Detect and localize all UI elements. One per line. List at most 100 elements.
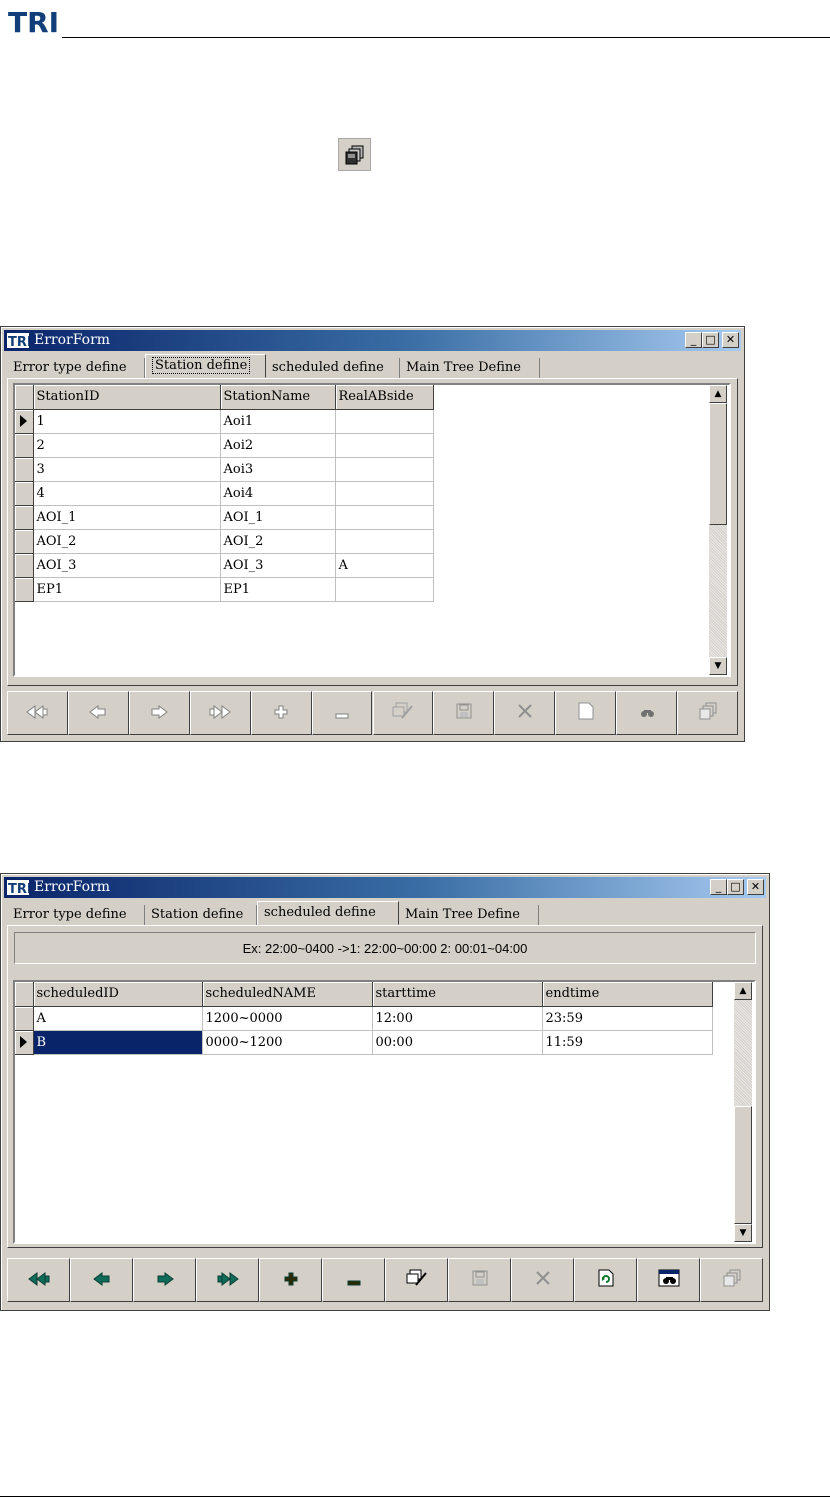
table-row[interactable]: 1 Aoi1: [15, 409, 434, 434]
nav-last-button[interactable]: [189, 691, 251, 735]
row-indicator[interactable]: [15, 577, 34, 602]
nav-find-button[interactable]: [637, 1258, 700, 1302]
tab-error-type-define[interactable]: Error type define: [7, 358, 145, 378]
close-button[interactable]: ✕: [722, 332, 739, 348]
table-cell[interactable]: 1: [33, 409, 221, 434]
table-cell[interactable]: [335, 433, 434, 458]
table-cell[interactable]: AOI_1: [33, 505, 221, 530]
tab-station-define[interactable]: Station define: [145, 354, 266, 378]
scroll-up-button[interactable]: ▲: [734, 982, 752, 1000]
column-header-stationname[interactable]: StationName: [220, 385, 336, 410]
tab-main-tree-define[interactable]: Main Tree Define: [399, 905, 539, 925]
table-cell[interactable]: Aoi4: [220, 481, 336, 506]
column-header-scheduledid[interactable]: scheduledID: [33, 982, 203, 1007]
table-cell[interactable]: EP1: [33, 577, 221, 602]
table-row[interactable]: 2 Aoi2: [15, 433, 434, 458]
nav-first-button[interactable]: [7, 691, 68, 735]
nav-find-button[interactable]: [616, 691, 678, 735]
column-header-schedulename[interactable]: scheduledNAME: [202, 982, 373, 1007]
table-cell[interactable]: EP1: [220, 577, 336, 602]
row-indicator[interactable]: [15, 553, 34, 578]
nav-refresh-button[interactable]: [555, 691, 617, 735]
table-cell[interactable]: AOI_2: [220, 529, 336, 554]
row-indicator[interactable]: [15, 481, 34, 506]
minimize-button[interactable]: _: [710, 879, 727, 895]
table-cell[interactable]: AOI_3: [33, 553, 221, 578]
vertical-scrollbar[interactable]: ▲ ▼: [709, 385, 727, 675]
nav-cancel-button[interactable]: [494, 691, 556, 735]
row-indicator[interactable]: [15, 433, 34, 458]
column-header-starttime[interactable]: starttime: [372, 982, 543, 1007]
minimize-button[interactable]: _: [685, 332, 702, 348]
tab-scheduled-define[interactable]: scheduled define: [257, 901, 399, 925]
nav-edit-button[interactable]: [385, 1258, 448, 1302]
table-cell[interactable]: 12:00: [372, 1006, 543, 1031]
nav-last-button[interactable]: [196, 1258, 259, 1302]
table-cell[interactable]: [335, 457, 434, 482]
table-cell[interactable]: [335, 409, 434, 434]
table-cell[interactable]: A: [335, 553, 434, 578]
nav-delete-button[interactable]: [322, 1258, 385, 1302]
table-cell[interactable]: 4: [33, 481, 221, 506]
nav-prior-button[interactable]: [70, 1258, 133, 1302]
close-button[interactable]: ✕: [747, 879, 764, 895]
row-indicator[interactable]: [15, 505, 34, 530]
table-cell[interactable]: AOI_2: [33, 529, 221, 554]
scroll-thumb[interactable]: [734, 1106, 752, 1224]
row-indicator[interactable]: [15, 1030, 34, 1055]
table-cell[interactable]: 00:00: [372, 1030, 543, 1055]
table-cell[interactable]: B: [33, 1030, 203, 1055]
nav-insert-button[interactable]: [250, 691, 312, 735]
table-cell[interactable]: A: [33, 1006, 203, 1031]
table-cell[interactable]: Aoi2: [220, 433, 336, 458]
row-indicator[interactable]: [15, 1006, 34, 1031]
vertical-scrollbar[interactable]: ▲ ▼: [734, 982, 752, 1242]
nav-delete-button[interactable]: [311, 691, 373, 735]
column-header-stationid[interactable]: StationID: [33, 385, 221, 410]
nav-prior-button[interactable]: [67, 691, 129, 735]
table-cell[interactable]: 11:59: [542, 1030, 713, 1055]
table-cell[interactable]: 3: [33, 457, 221, 482]
nav-edit-button[interactable]: [372, 691, 434, 735]
table-row[interactable]: A 1200~0000 12:00 23:59: [15, 1006, 713, 1031]
nav-cancel-button[interactable]: [511, 1258, 574, 1302]
table-cell[interactable]: 1200~0000: [202, 1006, 373, 1031]
scroll-down-button[interactable]: ▼: [709, 657, 727, 675]
table-cell[interactable]: Aoi3: [220, 457, 336, 482]
nav-post-button[interactable]: [433, 691, 495, 735]
table-row[interactable]: 4 Aoi4: [15, 481, 434, 506]
table-cell[interactable]: AOI_3: [220, 553, 336, 578]
row-indicator[interactable]: [15, 457, 34, 482]
scroll-up-button[interactable]: ▲: [709, 385, 727, 403]
station-grid[interactable]: StationID StationName RealABside 1 Aoi1 2 A…: [13, 383, 731, 677]
table-row[interactable]: AOI_3 AOI_3 A: [15, 553, 434, 578]
maximize-button[interactable]: □: [727, 879, 744, 895]
nav-next-button[interactable]: [128, 691, 190, 735]
table-row[interactable]: AOI_1 AOI_1: [15, 505, 434, 530]
nav-refresh-button[interactable]: [574, 1258, 637, 1302]
table-cell[interactable]: 0000~1200: [202, 1030, 373, 1055]
table-row[interactable]: AOI_2 AOI_2: [15, 529, 434, 554]
tab-scheduled-define[interactable]: scheduled define: [266, 358, 400, 378]
row-indicator[interactable]: [15, 409, 34, 434]
tab-main-tree-define[interactable]: Main Tree Define: [400, 358, 540, 378]
nav-post-button[interactable]: [448, 1258, 511, 1302]
table-row[interactable]: 3 Aoi3: [15, 457, 434, 482]
tab-error-type-define[interactable]: Error type define: [7, 905, 145, 925]
table-cell[interactable]: [335, 529, 434, 554]
column-header-realabside[interactable]: RealABside: [335, 385, 434, 410]
table-row[interactable]: EP1 EP1: [15, 577, 434, 602]
table-cell[interactable]: Aoi1: [220, 409, 336, 434]
scheduled-grid[interactable]: scheduledID scheduledNAME starttime endt…: [13, 980, 756, 1244]
table-cell[interactable]: [335, 577, 434, 602]
nav-copy-button[interactable]: [677, 691, 738, 735]
table-cell[interactable]: [335, 505, 434, 530]
maximize-button[interactable]: □: [702, 332, 719, 348]
column-header-endtime[interactable]: endtime: [542, 982, 713, 1007]
scroll-thumb[interactable]: [709, 403, 727, 525]
nav-insert-button[interactable]: [259, 1258, 322, 1302]
scroll-down-button[interactable]: ▼: [734, 1224, 752, 1242]
row-indicator[interactable]: [15, 529, 34, 554]
table-cell[interactable]: 2: [33, 433, 221, 458]
table-cell[interactable]: [335, 481, 434, 506]
